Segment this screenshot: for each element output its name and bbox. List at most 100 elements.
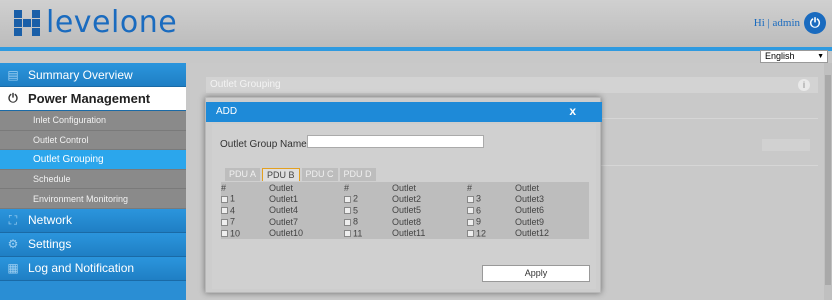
checkbox[interactable]	[344, 195, 351, 203]
panel-header: Outlet Grouping i	[206, 77, 818, 93]
checkbox[interactable]	[221, 195, 228, 203]
tab-pdu-d[interactable]: PDU D	[339, 168, 376, 181]
checkbox[interactable]	[221, 218, 228, 226]
outlet-name: Outlet11	[392, 228, 426, 239]
tab-pdu-c[interactable]: PDU C	[301, 168, 338, 181]
outlet-name: Outlet10	[269, 228, 304, 239]
log-icon: ▦	[7, 261, 19, 276]
outlet-checkbox-cell[interactable]: 4	[221, 205, 269, 217]
scrollbar-thumb[interactable]	[825, 75, 831, 285]
sidebar-item-label: Network	[28, 213, 73, 228]
outlet-table: # Outlet # Outlet # Outlet 1 Outlet1 2 O…	[221, 182, 589, 239]
sidebar: ▤ Summary Overview ⏻ Power Management In…	[0, 63, 186, 300]
close-icon[interactable]: x	[569, 104, 576, 118]
language-value: English	[765, 51, 795, 61]
group-name-label: Outlet Group Name:	[220, 139, 310, 150]
sidebar-item-power-management[interactable]: ⏻ Power Management	[0, 87, 186, 111]
tab-pdu-a[interactable]: PDU A	[225, 168, 261, 181]
document-icon: ▤	[7, 67, 19, 82]
sidebar-item-label: Log and Notification	[28, 261, 135, 276]
sidebar-item-settings[interactable]: ⚙ Settings	[0, 232, 186, 257]
outlet-number: 9	[476, 217, 482, 228]
outlet-checkbox-cell[interactable]: 3	[467, 193, 515, 205]
header-accent-bar	[0, 47, 832, 51]
outlet-number: 4	[230, 205, 236, 216]
outlet-number: 12	[476, 228, 487, 239]
sidebar-item-log-and-notification[interactable]: ▦ Log and Notification	[0, 256, 186, 281]
checkbox[interactable]	[467, 195, 474, 203]
sidebar-item-label: Power Management	[28, 91, 151, 106]
checkbox[interactable]	[344, 230, 351, 238]
language-select[interactable]: English ▼	[760, 50, 828, 63]
sidebar-subitem-inlet-configuration[interactable]: Inlet Configuration	[0, 111, 186, 131]
outlet-name: Outlet9	[515, 216, 545, 227]
outlet-checkbox-cell[interactable]: 5	[344, 205, 392, 217]
sidebar-subitem-label: Outlet Control	[33, 134, 89, 145]
checkbox[interactable]	[344, 207, 351, 215]
outlet-number: 11	[353, 228, 363, 239]
outlet-name: Outlet6	[515, 205, 545, 216]
outlet-checkbox-cell[interactable]: 2	[344, 193, 392, 205]
outlet-name: Outlet2	[392, 193, 422, 204]
outlet-name: Outlet8	[392, 216, 422, 227]
outlet-number: 7	[230, 217, 236, 228]
outlet-checkbox-cell[interactable]: 11	[344, 228, 392, 240]
table-row: 4 Outlet4 5 Outlet5 6 Outlet6	[221, 205, 589, 217]
checkbox[interactable]	[467, 207, 474, 215]
brand-logo: levelone	[14, 8, 177, 38]
outlet-number: 6	[476, 205, 482, 216]
checkbox[interactable]	[467, 218, 474, 226]
outlet-number: 2	[353, 194, 359, 205]
user-area: Hi | admin ⏻	[754, 12, 826, 34]
checkbox[interactable]	[221, 230, 228, 238]
sidebar-item-network[interactable]: ⛶ Network	[0, 208, 186, 233]
outlet-number: 3	[476, 194, 482, 205]
outlet-checkbox-cell[interactable]: 1	[221, 193, 269, 205]
dialog-titlebar: ADD x	[206, 102, 602, 122]
logo-mark-icon	[14, 10, 40, 36]
sidebar-subitem-outlet-grouping[interactable]: Outlet Grouping	[0, 150, 186, 170]
sidebar-subitem-environment-monitoring[interactable]: Environment Monitoring	[0, 189, 186, 209]
help-icon[interactable]: i	[798, 79, 810, 91]
checkbox[interactable]	[467, 230, 474, 238]
user-greeting: Hi | admin	[753, 17, 800, 29]
tab-pdu-b[interactable]: PDU B	[262, 168, 300, 181]
chevron-down-icon: ▼	[817, 53, 824, 60]
outlet-checkbox-cell[interactable]: 9	[467, 216, 515, 228]
outlet-checkbox-cell[interactable]: 8	[344, 216, 392, 228]
table-row: 7 Outlet7 8 Outlet8 9 Outlet9	[221, 216, 589, 228]
outlet-name: Outlet4	[269, 205, 299, 216]
column-header: Outlet	[392, 182, 417, 193]
network-icon: ⛶	[8, 212, 18, 227]
sidebar-subitem-schedule[interactable]: Schedule	[0, 169, 186, 190]
outlet-number: 5	[353, 205, 359, 216]
column-header: Outlet	[269, 182, 294, 193]
outlet-name: Outlet3	[515, 193, 545, 204]
checkbox[interactable]	[344, 218, 351, 226]
outlet-checkbox-cell[interactable]: 6	[467, 205, 515, 217]
panel-title: Outlet Grouping	[210, 79, 281, 90]
outlet-name: Outlet1	[269, 193, 299, 204]
background-button	[762, 139, 810, 151]
outlet-checkbox-cell[interactable]: 7	[221, 216, 269, 228]
checkbox[interactable]	[221, 207, 228, 215]
table-row: 1 Outlet1 2 Outlet2 3 Outlet3	[221, 193, 589, 205]
sidebar-subitem-outlet-control[interactable]: Outlet Control	[0, 130, 186, 151]
outlet-checkbox-cell[interactable]: 12	[467, 228, 515, 240]
outlet-name: Outlet5	[392, 205, 422, 216]
power-icon: ⏻	[8, 91, 18, 105]
column-header: #	[467, 182, 473, 193]
outlet-number: 1	[230, 194, 236, 205]
column-header: #	[344, 182, 350, 193]
outlet-checkbox-cell[interactable]: 10	[221, 228, 269, 240]
sidebar-item-summary-overview[interactable]: ▤ Summary Overview	[0, 63, 186, 87]
group-name-input[interactable]	[307, 135, 484, 148]
sidebar-item-label: Summary Overview	[28, 67, 133, 82]
apply-button[interactable]: Apply	[482, 265, 590, 282]
outlet-number: 8	[353, 217, 359, 228]
sidebar-subitem-label: Schedule	[33, 174, 71, 185]
sidebar-subitem-label: Outlet Grouping	[33, 153, 104, 165]
dialog-title: ADD	[216, 106, 238, 117]
sidebar-subitem-label: Environment Monitoring	[33, 193, 129, 204]
logout-icon[interactable]: ⏻	[804, 12, 826, 34]
